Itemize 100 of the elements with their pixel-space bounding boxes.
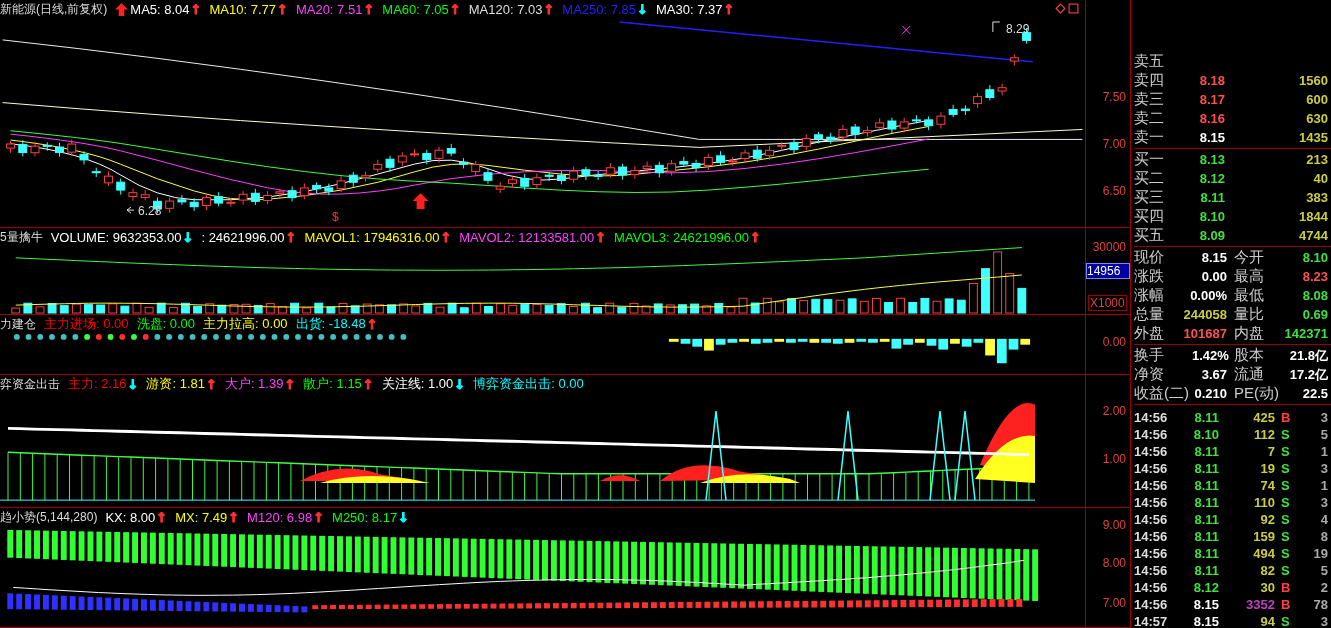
trade-price: 8.11 bbox=[1193, 546, 1220, 561]
trade-price: 8.11 bbox=[1193, 529, 1220, 544]
high-price-label: 8.29 bbox=[1006, 22, 1030, 36]
trend-arrow: ↑ bbox=[543, 1, 555, 17]
trade-volume: 92 bbox=[1259, 512, 1276, 527]
axis-label: 2.00 bbox=[1102, 404, 1126, 418]
stat-label: 净资 bbox=[1134, 365, 1165, 384]
trade-count: 19 bbox=[1312, 546, 1329, 561]
cross-marker-icon bbox=[901, 25, 911, 35]
trade-volume: 7 bbox=[1266, 444, 1276, 459]
bid-volume: 1844 bbox=[1298, 209, 1329, 224]
quote-value: 0.00 bbox=[1200, 269, 1228, 284]
quote-label: 现价 bbox=[1134, 248, 1165, 267]
indicator-value: 洗盘: 0.00 bbox=[136, 315, 196, 333]
trade-time: 14:56 bbox=[1134, 597, 1169, 612]
trade-time: 14:56 bbox=[1134, 512, 1169, 527]
indicator-value: 出货: -18.48 bbox=[295, 315, 366, 333]
stat-value: 17.2亿 bbox=[1288, 365, 1329, 384]
trade-count: 1 bbox=[1319, 444, 1329, 459]
leader-arrow bbox=[126, 206, 135, 214]
axis-label: 9.00 bbox=[1102, 518, 1126, 532]
ask-price: 8.16 bbox=[1198, 111, 1226, 126]
trend-arrow: ↑ bbox=[156, 509, 168, 525]
trade-count: 3 bbox=[1319, 614, 1329, 628]
diamond-icon[interactable] bbox=[1055, 3, 1066, 14]
bid-label: 买五 bbox=[1134, 226, 1165, 245]
quote-label: 内盘 bbox=[1233, 324, 1265, 343]
axis-label: 1.00 bbox=[1102, 452, 1126, 466]
bid-volume: 213 bbox=[1305, 152, 1329, 167]
ask-volume: 1560 bbox=[1298, 73, 1329, 88]
indicator-value: 主力进场: 0.00 bbox=[44, 315, 129, 333]
trade-price: 8.11 bbox=[1193, 444, 1220, 459]
trade-count: 1 bbox=[1319, 478, 1329, 493]
quote-label: 涨幅 bbox=[1134, 286, 1165, 305]
trade-side: S bbox=[1280, 444, 1291, 459]
stat-value: 21.8亿 bbox=[1288, 346, 1329, 365]
trade-side: S bbox=[1280, 427, 1291, 442]
trade-time: 14:56 bbox=[1134, 580, 1169, 595]
indicator-value: MA30: 7.37 bbox=[655, 1, 723, 17]
indicator-title: 弈资金出击 bbox=[0, 375, 60, 393]
trade-side: S bbox=[1280, 478, 1291, 493]
axis-label: 7.00 bbox=[1102, 137, 1126, 151]
trade-time: 14:56 bbox=[1134, 444, 1169, 459]
quote-label: 今开 bbox=[1233, 248, 1265, 267]
stat-label: PE(动) bbox=[1233, 384, 1278, 403]
trade-volume: 494 bbox=[1252, 546, 1276, 561]
quote-value: 244058 bbox=[1182, 307, 1228, 322]
axis-label: 6.50 bbox=[1102, 184, 1126, 198]
cursor-value-label: 14956 bbox=[1086, 263, 1130, 279]
trend-arrow: ↓ bbox=[637, 1, 648, 17]
indicator-value: MA5: 8.04 bbox=[130, 1, 190, 17]
ask-price: 8.17 bbox=[1198, 92, 1226, 107]
trade-count: 2 bbox=[1319, 580, 1329, 595]
ask-label: 卖四 bbox=[1134, 71, 1165, 90]
trade-count: 5 bbox=[1319, 427, 1329, 442]
low-price-label: 6.28 bbox=[138, 204, 162, 218]
stat-value: 0.210 bbox=[1193, 386, 1228, 401]
trade-volume: 30 bbox=[1259, 580, 1276, 595]
trend-arrow: ↑ bbox=[366, 316, 378, 332]
trend-arrow: ↑ bbox=[440, 229, 452, 245]
axis-label: 7.50 bbox=[1102, 90, 1126, 104]
bid-label: 买二 bbox=[1134, 169, 1165, 188]
bid-price: 8.12 bbox=[1198, 171, 1226, 186]
quote-label: 总量 bbox=[1134, 305, 1165, 324]
indicator-value: M120: 6.98 bbox=[247, 509, 313, 525]
trade-time: 14:56 bbox=[1134, 546, 1169, 561]
trade-time: 14:57 bbox=[1134, 614, 1169, 628]
ask-label: 卖三 bbox=[1134, 90, 1165, 109]
trade-count: 4 bbox=[1319, 512, 1329, 527]
ask-volume: 600 bbox=[1305, 92, 1329, 107]
trade-volume: 3352 bbox=[1245, 597, 1276, 612]
bid-label: 买一 bbox=[1134, 150, 1165, 169]
indicator-title: 趋小势(5,144,280) bbox=[0, 508, 98, 526]
axis-label: 7.00 bbox=[1102, 596, 1126, 610]
trade-count: 5 bbox=[1319, 563, 1329, 578]
arrow-up-icon bbox=[115, 2, 129, 16]
ask-label: 卖二 bbox=[1134, 109, 1165, 128]
trade-time: 14:56 bbox=[1134, 495, 1169, 510]
indicator-value: 主力拉高: 0.00 bbox=[203, 315, 288, 333]
trend-arrow: ↑ bbox=[284, 376, 296, 392]
trend-arrow: ↑ bbox=[595, 229, 607, 245]
arrow-up-icon bbox=[412, 193, 429, 210]
quote-label: 量比 bbox=[1233, 305, 1265, 324]
trade-price: 8.15 bbox=[1192, 597, 1220, 612]
trade-side: S bbox=[1280, 546, 1291, 561]
trade-price: 8.15 bbox=[1192, 614, 1220, 628]
trend-arrow: ↑ bbox=[277, 1, 288, 17]
indicator-value: VOLUME: 9632353.00 bbox=[50, 229, 182, 245]
indicator-value: MA20: 7.51 bbox=[295, 1, 363, 17]
stat-label: 股本 bbox=[1233, 346, 1265, 365]
indicator-value: KX: 8.00 bbox=[105, 509, 156, 525]
signal-mark: $ bbox=[332, 210, 339, 224]
trend-arrow: ↓ bbox=[398, 509, 409, 525]
stat-value: 3.67 bbox=[1200, 367, 1228, 382]
stat-label: 换手 bbox=[1134, 346, 1165, 365]
square-icon[interactable] bbox=[1068, 3, 1079, 14]
trade-side: S bbox=[1280, 529, 1291, 544]
trade-side: S bbox=[1280, 495, 1291, 510]
trade-time: 14:56 bbox=[1134, 478, 1169, 493]
stat-label: 收益(二) bbox=[1134, 384, 1190, 403]
